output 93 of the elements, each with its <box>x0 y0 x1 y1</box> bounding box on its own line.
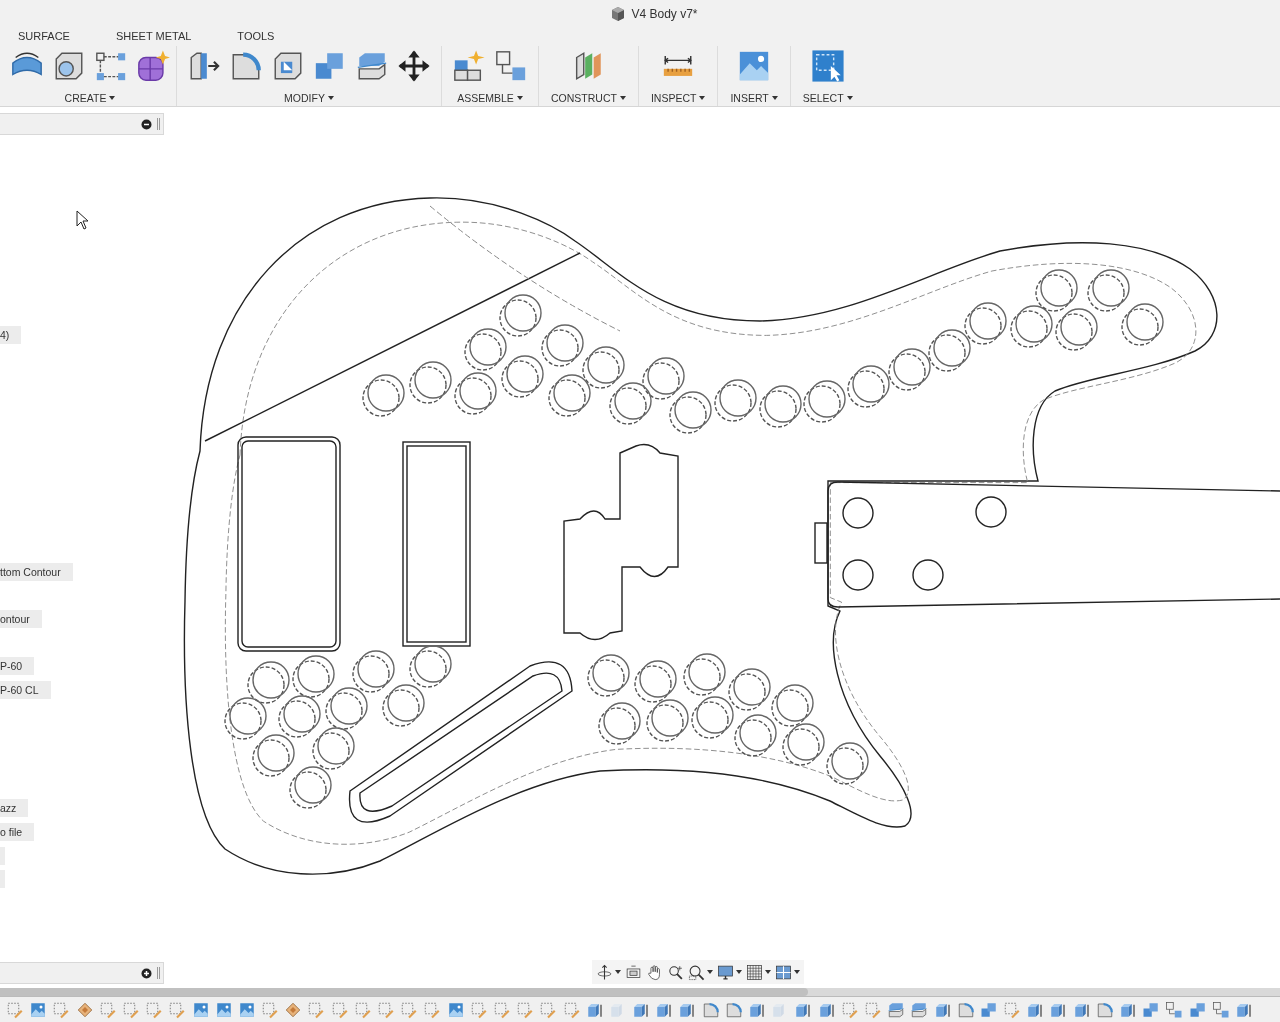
sketch-icon[interactable] <box>863 1001 882 1019</box>
collapse-icon[interactable] <box>141 118 152 130</box>
ribbon-tab[interactable]: SURFACE <box>18 29 70 45</box>
combine-icon[interactable] <box>1142 1001 1161 1019</box>
viewports-icon[interactable] <box>775 963 792 981</box>
ribbon-group-menu[interactable]: CONSTRUCT <box>549 92 628 104</box>
extrude-icon[interactable] <box>794 1001 813 1019</box>
image-icon[interactable] <box>29 1001 48 1019</box>
combine-icon[interactable] <box>979 1001 998 1019</box>
sketch-icon[interactable] <box>562 1001 581 1019</box>
sketch-icon[interactable] <box>168 1001 187 1019</box>
sketch-icon[interactable] <box>353 1001 372 1019</box>
sketch-icon[interactable] <box>121 1001 140 1019</box>
browser-item[interactable]: ontour <box>0 609 42 628</box>
monitor-icon[interactable] <box>717 963 734 981</box>
zoom-icon[interactable] <box>667 963 684 981</box>
dropdown-caret-icon[interactable] <box>736 970 742 974</box>
fillet-icon[interactable] <box>701 1001 720 1019</box>
grid-icon[interactable] <box>746 963 763 981</box>
sketch-icon[interactable] <box>400 1001 419 1019</box>
image-icon[interactable] <box>237 1001 256 1019</box>
sketch-icon[interactable] <box>307 1001 326 1019</box>
image-icon[interactable] <box>191 1001 210 1019</box>
ribbon-group-menu[interactable]: CREATE <box>62 92 118 104</box>
extrude-icon[interactable] <box>1049 1001 1068 1019</box>
scrollbar-thumb[interactable] <box>0 988 808 996</box>
sketch-icon[interactable] <box>492 1001 511 1019</box>
window-title: V4 Body v7* <box>631 7 698 21</box>
add-icon[interactable] <box>141 967 152 979</box>
move-icon[interactable] <box>397 49 431 83</box>
ribbon-tab[interactable]: SHEET METAL <box>115 29 192 45</box>
browser-item[interactable]: o file <box>0 823 35 842</box>
dropdown-caret-icon[interactable] <box>615 970 621 974</box>
sketch-icon[interactable] <box>6 1001 24 1019</box>
extrude-icon[interactable] <box>655 1001 674 1019</box>
extrude-icon[interactable] <box>585 1001 604 1019</box>
sketch-icon[interactable] <box>145 1001 164 1019</box>
sketch-icon[interactable] <box>423 1001 442 1019</box>
ribbon-group-menu[interactable]: SELECT <box>800 92 855 104</box>
extrude-icon[interactable] <box>748 1001 766 1019</box>
cube-icon <box>610 6 627 22</box>
extrude-icon[interactable] <box>817 1001 836 1019</box>
browser-item[interactable]: P-60 <box>0 657 35 676</box>
look-at-icon[interactable] <box>625 963 642 981</box>
extrude-icon[interactable] <box>1026 1001 1045 1019</box>
sketch-icon[interactable] <box>98 1001 117 1019</box>
fillet-icon[interactable] <box>724 1001 743 1019</box>
orbit-icon[interactable] <box>596 963 613 981</box>
extrude-icon[interactable] <box>933 1001 952 1019</box>
ribbon-tab[interactable]: TOOLS <box>237 29 275 45</box>
split-icon[interactable] <box>910 1001 929 1019</box>
hand-icon[interactable] <box>646 963 663 981</box>
joint-icon[interactable] <box>1165 1001 1184 1019</box>
ribbon-group-menu[interactable]: MODIFY <box>282 92 336 104</box>
dropdown-caret-icon[interactable] <box>765 970 771 974</box>
cursor-icon <box>76 210 90 230</box>
sketch-icon[interactable] <box>377 1001 395 1019</box>
joint-icon[interactable] <box>494 49 528 83</box>
ribbon-group-menu[interactable]: INSERT <box>728 92 780 104</box>
image-icon[interactable] <box>214 1001 233 1019</box>
sketch-icon[interactable] <box>469 1001 488 1019</box>
decal-icon[interactable] <box>75 1001 94 1019</box>
browser-item[interactable]: azz <box>0 799 29 818</box>
dropdown-caret-icon[interactable] <box>794 970 800 974</box>
ribbon-group-menu[interactable]: INSPECT <box>648 92 708 104</box>
sketch-icon[interactable] <box>840 1001 859 1019</box>
sketch-icon[interactable] <box>1003 1001 1022 1019</box>
sketch-icon[interactable] <box>539 1001 558 1019</box>
sketch-icon[interactable] <box>516 1001 535 1019</box>
zoom-window-icon[interactable] <box>688 963 705 981</box>
sketch-icon[interactable] <box>261 1001 280 1019</box>
browser-item[interactable]: P-60 CL <box>0 680 51 699</box>
extrude-icon[interactable] <box>632 1001 651 1019</box>
extrude-icon[interactable] <box>1234 1001 1253 1019</box>
decal-icon[interactable] <box>284 1001 303 1019</box>
dropdown-caret-icon[interactable] <box>707 970 713 974</box>
browser-item[interactable]: ttom Contour <box>0 562 73 581</box>
extrude-icon[interactable] <box>1119 1001 1137 1019</box>
ribbon-group-menu[interactable]: ASSEMBLE <box>455 92 525 104</box>
combine-icon[interactable] <box>1188 1001 1207 1019</box>
sketch-icon[interactable] <box>52 1001 71 1019</box>
new-component-icon[interactable] <box>452 49 486 83</box>
fillet-icon[interactable] <box>1095 1001 1114 1019</box>
image-icon[interactable] <box>446 1001 465 1019</box>
split-icon[interactable] <box>887 1001 906 1019</box>
sketch-icon[interactable] <box>330 1001 349 1019</box>
fillet-icon[interactable] <box>956 1001 975 1019</box>
form-cube-icon[interactable] <box>136 49 170 83</box>
extrude-icon[interactable] <box>678 1001 697 1019</box>
browser-item[interactable]: 4) <box>0 325 22 344</box>
extrude-icon[interactable] <box>1072 1001 1091 1019</box>
joint-icon[interactable] <box>1211 1001 1230 1019</box>
selection-icon[interactable] <box>810 49 845 83</box>
